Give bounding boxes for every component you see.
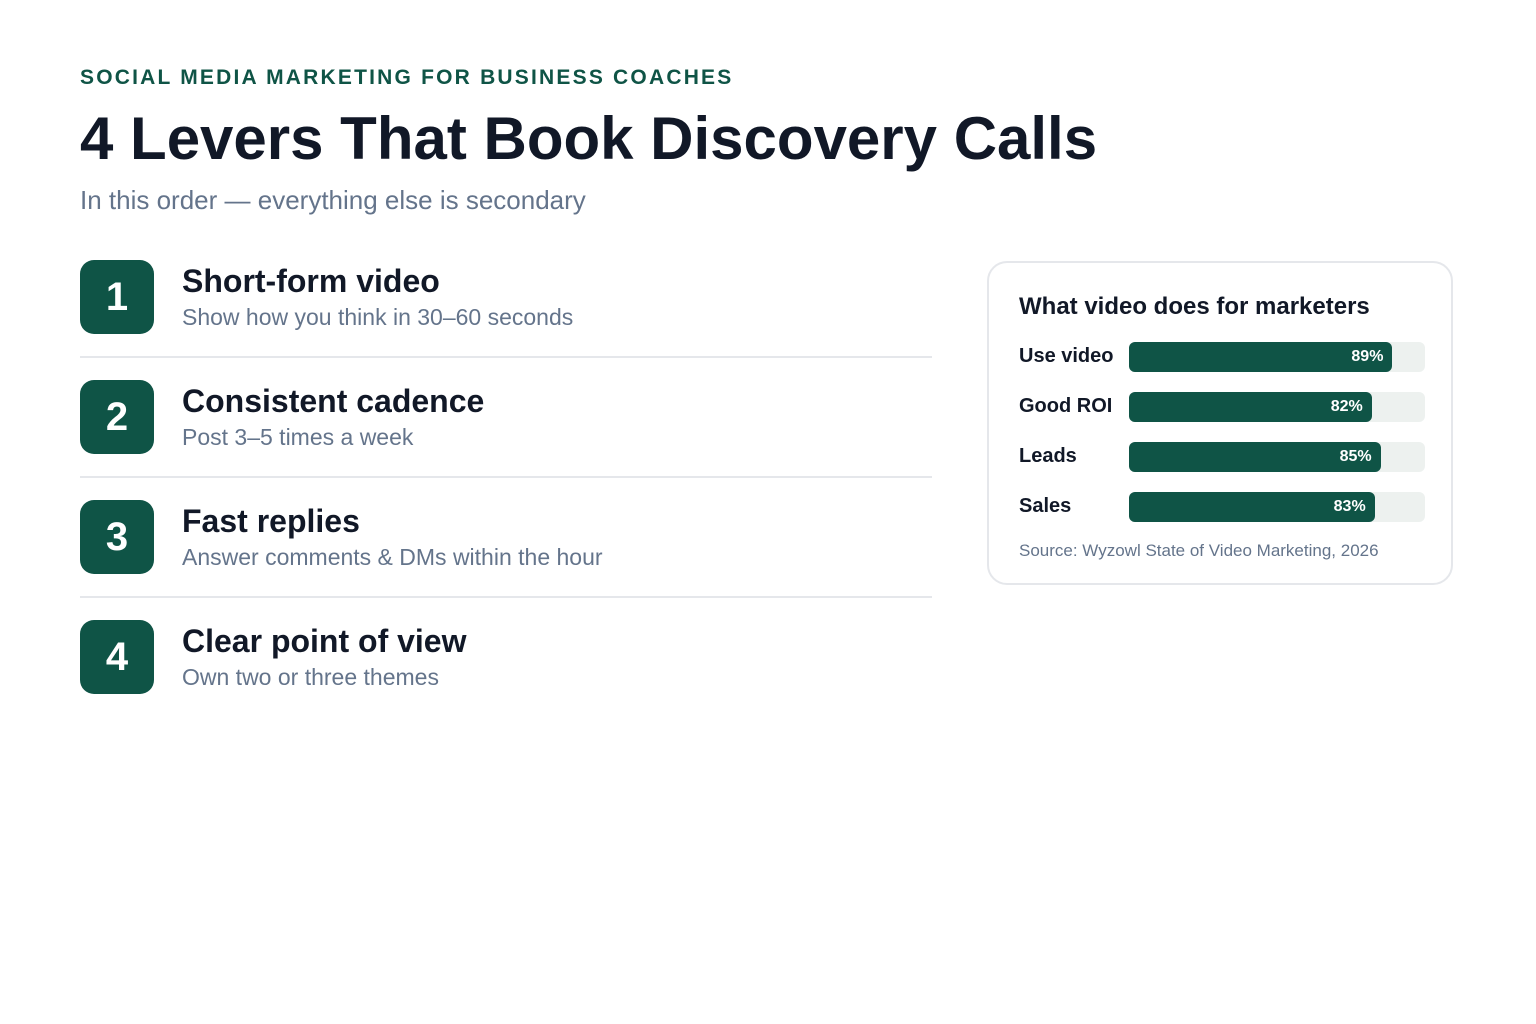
bar-row: Good ROI 82%: [1019, 392, 1425, 422]
bar-track: 83%: [1129, 492, 1425, 522]
lever-number-badge: 1: [80, 260, 154, 334]
stats-card-source: Source: Wyzowl State of Video Marketing,…: [1019, 541, 1379, 560]
bar-track: 85%: [1129, 442, 1425, 472]
lever-description: Answer comments & DMs within the hour: [182, 544, 603, 570]
bar: 83%: [1129, 492, 1375, 522]
stats-card: What video does for marketers Use video 8…: [987, 261, 1453, 585]
bar-category-label: Good ROI: [1019, 395, 1113, 417]
lever-number-badge: 3: [80, 500, 154, 574]
lever-description: Post 3–5 times a week: [182, 424, 414, 450]
bar-row: Use video 89%: [1019, 342, 1425, 372]
lever-title: Consistent cadence: [182, 383, 485, 419]
bar: 85%: [1129, 442, 1381, 472]
levers-list: 1 Short-form video Show how you think in…: [80, 260, 932, 738]
lever-number-badge: 2: [80, 380, 154, 454]
lever-title: Short-form video: [182, 263, 440, 299]
lever-description: Own two or three themes: [182, 664, 439, 690]
bar-category-label: Sales: [1019, 495, 1072, 517]
bar-track: 82%: [1129, 392, 1425, 422]
bar: 89%: [1129, 342, 1393, 372]
eyebrow-label: SOCIAL MEDIA MARKETING FOR BUSINESS COAC…: [80, 66, 734, 89]
bar-row: Sales 83%: [1019, 492, 1425, 522]
bar-value-label: 83%: [1333, 498, 1366, 515]
bar-value-label: 82%: [1330, 398, 1363, 415]
stats-card-title: What video does for marketers: [1019, 293, 1370, 320]
lever-title: Clear point of view: [182, 623, 467, 659]
lever-item: 4 Clear point of view Own two or three t…: [80, 620, 932, 716]
lever-item: 3 Fast replies Answer comments & DMs wit…: [80, 500, 932, 598]
bar-track: 89%: [1129, 342, 1425, 372]
page-subtitle: In this order — everything else is secon…: [80, 185, 586, 215]
bar: 82%: [1129, 392, 1372, 422]
bar-value-label: 89%: [1351, 348, 1384, 365]
page-title: 4 Levers That Book Discovery Calls: [80, 105, 1098, 172]
lever-item: 1 Short-form video Show how you think in…: [80, 260, 932, 358]
lever-number-badge: 4: [80, 620, 154, 694]
bar-row: Leads 85%: [1019, 442, 1425, 472]
bar-value-label: 85%: [1339, 448, 1372, 465]
bar-category-label: Leads: [1019, 445, 1077, 467]
lever-title: Fast replies: [182, 503, 360, 539]
bar-category-label: Use video: [1019, 345, 1114, 367]
lever-description: Show how you think in 30–60 seconds: [182, 304, 574, 330]
lever-item: 2 Consistent cadence Post 3–5 times a we…: [80, 380, 932, 478]
